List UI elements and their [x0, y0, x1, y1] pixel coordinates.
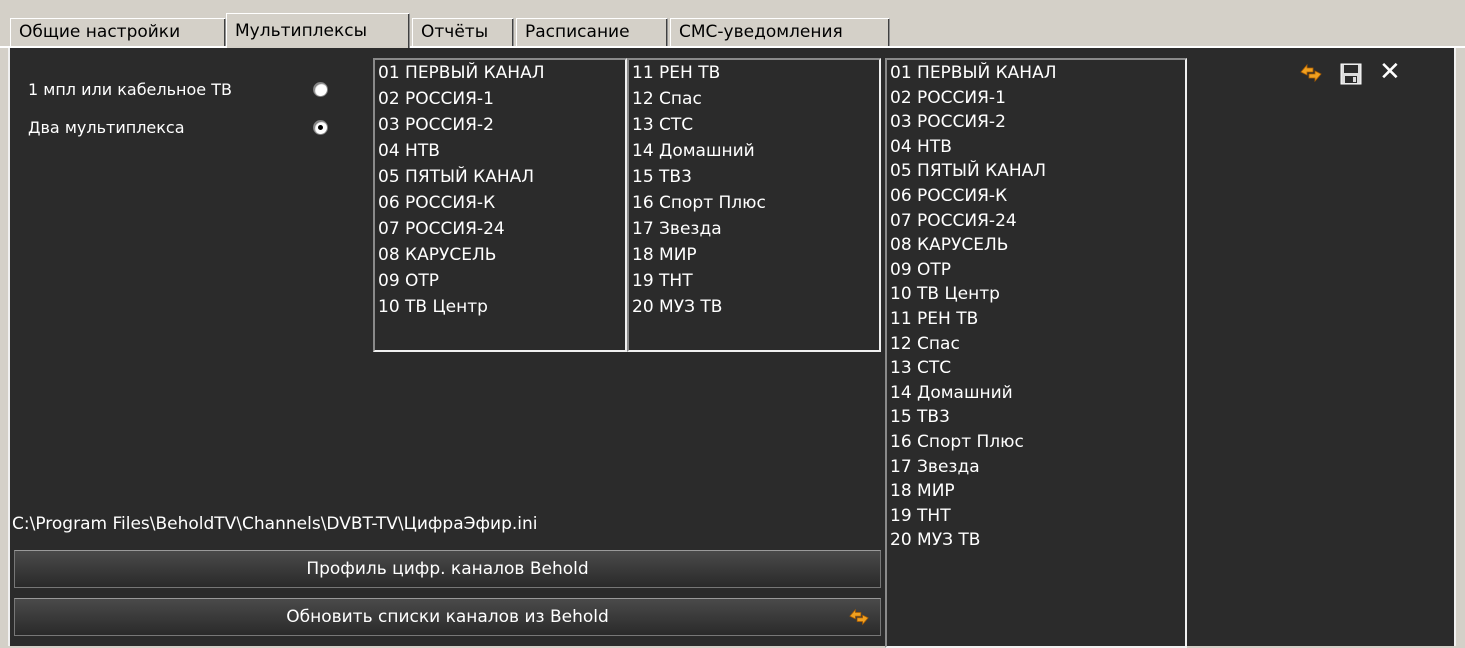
save-button[interactable] — [1333, 56, 1369, 92]
list-item[interactable]: 13 СТС — [890, 356, 1185, 381]
list-item[interactable]: 08 КАРУСЕЛЬ — [378, 243, 625, 269]
refresh-arrows-icon — [849, 608, 869, 626]
list-item[interactable]: 15 ТВ3 — [632, 165, 879, 191]
tab-multiplexes[interactable]: Мультиплексы — [226, 13, 410, 48]
merged-channel-list[interactable]: 01 ПЕРВЫЙ КАНАЛ 02 РОССИЯ-1 03 РОССИЯ-2 … — [885, 58, 1187, 648]
list-item[interactable]: 19 ТНТ — [890, 504, 1185, 529]
list-item[interactable]: 09 ОТР — [890, 258, 1185, 283]
list-item[interactable]: 12 Спас — [632, 87, 879, 113]
list-item[interactable]: 07 РОССИЯ-24 — [378, 217, 625, 243]
list-item[interactable]: 20 МУЗ ТВ — [890, 528, 1185, 553]
multiplex-panel: 1 мпл или кабельное ТВ Два мультиплекса … — [8, 48, 1456, 648]
list-item[interactable]: 01 ПЕРВЫЙ КАНАЛ — [378, 61, 625, 87]
refresh-button[interactable] — [1293, 56, 1329, 92]
update-channels-button-label: Обновить списки каналов из Behold — [286, 607, 609, 627]
profile-path-label: C:\Program Files\BeholdTV\Channels\DVBT-… — [12, 514, 538, 534]
tab-sms-notifications[interactable]: СМС-уведомления — [670, 18, 890, 46]
profile-button[interactable]: Профиль цифр. каналов Behold — [14, 550, 881, 588]
single-mux-label: 1 мпл или кабельное ТВ — [28, 80, 232, 99]
single-mux-radio[interactable] — [313, 82, 328, 97]
list-item[interactable]: 03 РОССИЯ-2 — [378, 113, 625, 139]
list-item[interactable]: 09 ОТР — [378, 269, 625, 295]
profile-button-label: Профиль цифр. каналов Behold — [306, 559, 589, 579]
list-item[interactable]: 12 Спас — [890, 332, 1185, 357]
list-item[interactable]: 08 КАРУСЕЛЬ — [890, 233, 1185, 258]
list-item[interactable]: 16 Спорт Плюс — [632, 191, 879, 217]
tab-schedule[interactable]: Расписание — [516, 18, 668, 46]
close-button[interactable]: ✕ — [1371, 56, 1407, 92]
refresh-arrows-icon — [1300, 63, 1322, 83]
list-item[interactable]: 18 МИР — [632, 243, 879, 269]
list-item[interactable]: 19 ТНТ — [632, 269, 879, 295]
floppy-disk-icon — [1340, 63, 1362, 85]
list-item[interactable]: 02 РОССИЯ-1 — [890, 86, 1185, 111]
list-item[interactable]: 10 ТВ Центр — [890, 282, 1185, 307]
list-item[interactable]: 01 ПЕРВЫЙ КАНАЛ — [890, 61, 1185, 86]
list-item[interactable]: 05 ПЯТЫЙ КАНАЛ — [890, 159, 1185, 184]
list-item[interactable]: 11 РЕН ТВ — [632, 61, 879, 87]
double-mux-label: Два мультиплекса — [28, 118, 185, 137]
tab-strip: Общие настройки Мультиплексы Отчёты Расп… — [0, 0, 1465, 48]
list-item[interactable]: 06 РОССИЯ-К — [890, 184, 1185, 209]
double-mux-radio[interactable] — [313, 120, 328, 135]
list-item[interactable]: 17 Звезда — [632, 217, 879, 243]
list-item[interactable]: 10 ТВ Центр — [378, 295, 625, 321]
update-channels-button[interactable]: Обновить списки каналов из Behold — [14, 598, 881, 636]
list-item[interactable]: 07 РОССИЯ-24 — [890, 209, 1185, 234]
list-item[interactable]: 16 Спорт Плюс — [890, 430, 1185, 455]
mux2-channel-list[interactable]: 11 РЕН ТВ 12 Спас 13 СТС 14 Домашний 15 … — [627, 58, 881, 352]
list-item[interactable]: 06 РОССИЯ-К — [378, 191, 625, 217]
list-item[interactable]: 14 Домашний — [632, 139, 879, 165]
list-item[interactable]: 14 Домашний — [890, 381, 1185, 406]
list-item[interactable]: 11 РЕН ТВ — [890, 307, 1185, 332]
list-item[interactable]: 05 ПЯТЫЙ КАНАЛ — [378, 165, 625, 191]
mux1-channel-list[interactable]: 01 ПЕРВЫЙ КАНАЛ 02 РОССИЯ-1 03 РОССИЯ-2 … — [373, 58, 627, 352]
list-item[interactable]: 04 НТВ — [890, 135, 1185, 160]
list-item[interactable]: 04 НТВ — [378, 139, 625, 165]
list-item[interactable]: 15 ТВ3 — [890, 405, 1185, 430]
list-item[interactable]: 03 РОССИЯ-2 — [890, 110, 1185, 135]
list-item[interactable]: 20 МУЗ ТВ — [632, 295, 879, 321]
list-item[interactable]: 17 Звезда — [890, 455, 1185, 480]
list-item[interactable]: 18 МИР — [890, 479, 1185, 504]
list-item[interactable]: 13 СТС — [632, 113, 879, 139]
list-item[interactable]: 02 РОССИЯ-1 — [378, 87, 625, 113]
tab-general-settings[interactable]: Общие настройки — [10, 18, 226, 46]
tab-reports[interactable]: Отчёты — [412, 18, 514, 46]
close-icon: ✕ — [1379, 57, 1401, 87]
